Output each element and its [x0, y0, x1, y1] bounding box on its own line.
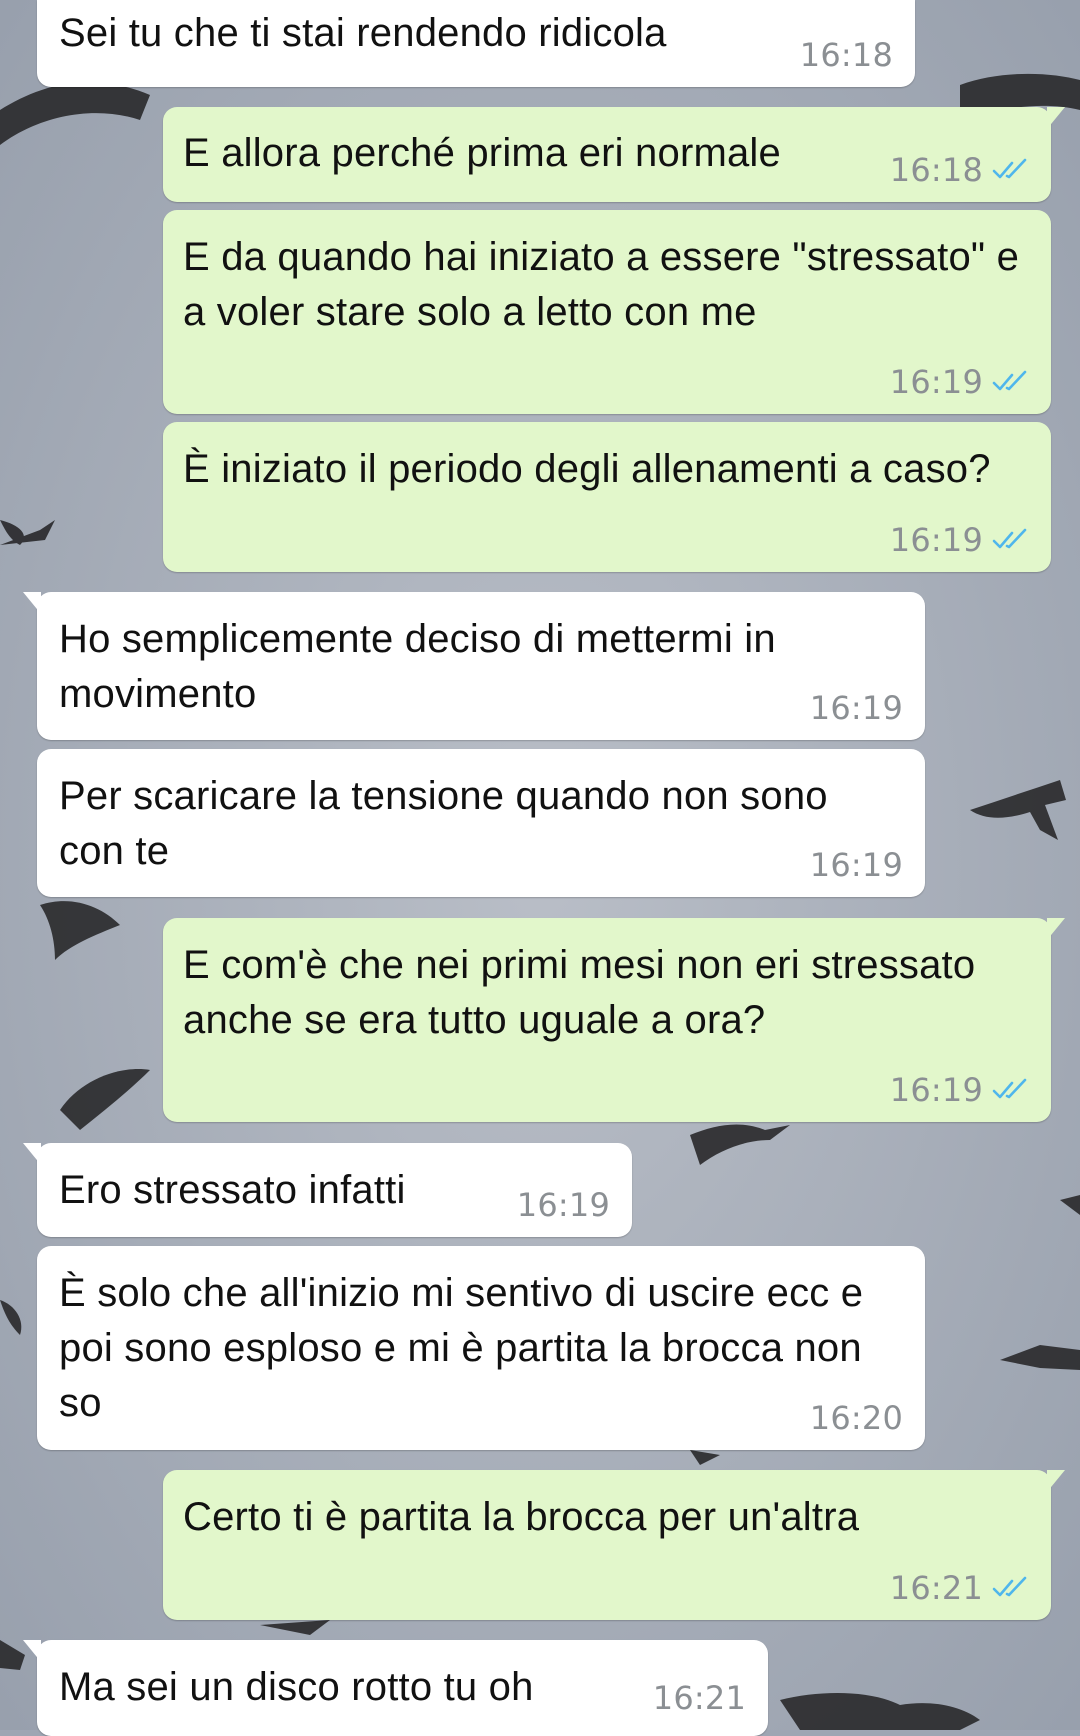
message-meta: 16:20: [810, 1400, 903, 1436]
message-time: 16:19: [809, 689, 903, 727]
message-incoming[interactable]: Ero stressato infatti 16:19: [23, 1143, 632, 1237]
message-meta: 16:18: [890, 152, 1031, 188]
message-time: 16:19: [516, 1186, 610, 1224]
message-incoming[interactable]: Per scaricare la tensione quando non son…: [37, 749, 925, 897]
message-outgoing[interactable]: Certo ti è partita la brocca per un'altr…: [163, 1470, 1065, 1620]
message-meta: 16:19: [890, 522, 1031, 558]
message-incoming[interactable]: Sei tu che ti stai rendendo ridicola 16:…: [37, 0, 915, 87]
message-time: 16:19: [889, 363, 983, 401]
double-check-icon: [992, 1576, 1027, 1597]
message-incoming[interactable]: Ho semplicemente deciso di mettermi in m…: [23, 592, 925, 740]
message-outgoing[interactable]: È iniziato il periodo degli allenamenti …: [163, 422, 1051, 572]
message-text: Sei tu che ti stai rendendo ridicola: [59, 11, 667, 55]
double-check-icon: [992, 158, 1027, 179]
message-text: Per scaricare la tensione quando non son…: [59, 774, 828, 873]
message-time: 16:18: [799, 36, 893, 74]
message-meta: 16:19: [517, 1187, 610, 1223]
bubble-tail: [23, 1143, 41, 1165]
message-time: 16:21: [889, 1569, 983, 1607]
bubble-tail: [23, 1640, 41, 1662]
message-outgoing[interactable]: E da quando hai iniziato a essere "stres…: [163, 210, 1051, 414]
bubble-tail: [1047, 918, 1065, 940]
message-meta: 16:21: [653, 1680, 746, 1716]
message-text: È solo che all'inizio mi sentivo di usci…: [59, 1271, 864, 1425]
message-meta: 16:21: [890, 1570, 1031, 1606]
message-meta: 16:18: [800, 37, 893, 73]
chat-thread[interactable]: Sei tu che ti stai rendendo ridicola 16:…: [0, 0, 1080, 1736]
message-time: 16:19: [889, 521, 983, 559]
message-meta: 16:19: [890, 1072, 1031, 1108]
message-text: Ho semplicemente deciso di mettermi in m…: [59, 617, 776, 716]
message-text: E da quando hai iniziato a essere "stres…: [183, 235, 1020, 334]
bubble-tail: [23, 592, 41, 614]
message-time: 16:20: [809, 1399, 903, 1437]
double-check-icon: [992, 528, 1027, 549]
message-text: Ma sei un disco rotto tu oh: [59, 1665, 534, 1709]
message-meta: 16:19: [810, 690, 903, 726]
bubble-tail: [1047, 1470, 1065, 1492]
message-outgoing[interactable]: E com'è che nei primi mesi non eri stres…: [163, 918, 1065, 1122]
message-time: 16:21: [652, 1679, 746, 1717]
double-check-icon: [992, 370, 1027, 391]
message-time: 16:19: [809, 846, 903, 884]
message-text: È iniziato il periodo degli allenamenti …: [183, 447, 991, 491]
message-time: 16:18: [889, 151, 983, 189]
message-time: 16:19: [889, 1071, 983, 1109]
message-meta: 16:19: [890, 364, 1031, 400]
message-incoming[interactable]: È solo che all'inizio mi sentivo di usci…: [37, 1246, 925, 1450]
message-incoming[interactable]: Ma sei un disco rotto tu oh 16:21: [23, 1640, 768, 1736]
bubble-tail: [1047, 107, 1065, 129]
message-outgoing[interactable]: E allora perché prima eri normale 16:18: [163, 107, 1065, 202]
message-text: E com'è che nei primi mesi non eri stres…: [183, 943, 976, 1042]
message-meta: 16:19: [810, 847, 903, 883]
message-text: Certo ti è partita la brocca per un'altr…: [183, 1495, 860, 1539]
double-check-icon: [992, 1078, 1027, 1099]
